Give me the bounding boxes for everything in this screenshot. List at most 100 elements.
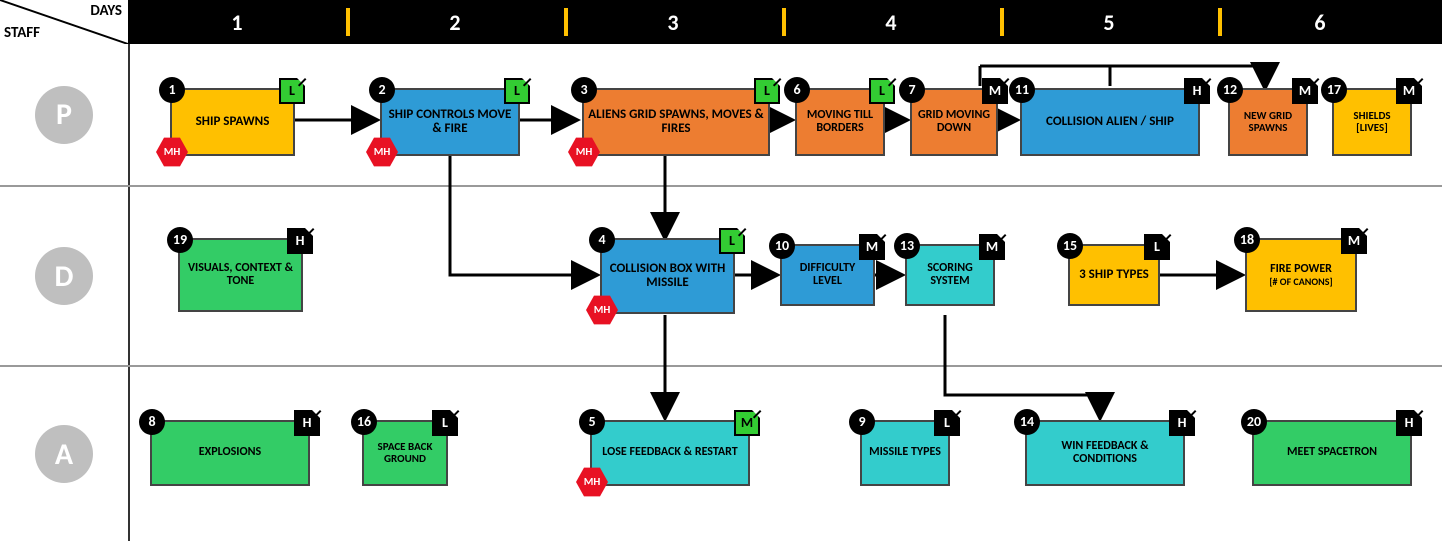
priority-tag: H <box>294 410 320 436</box>
priority-tag: L <box>504 78 530 104</box>
card-title: SHIELDS [LIVES] <box>1338 110 1406 134</box>
priority-tag: L <box>869 78 895 104</box>
card-15: 15 L 3 SHIP TYPES <box>1068 244 1160 306</box>
card-title: EXPLOSIONS <box>156 446 304 459</box>
row-a: A <box>0 367 128 541</box>
card-number: 15 <box>1057 233 1083 259</box>
priority-tag: M <box>979 234 1005 260</box>
priority-tag: M <box>982 78 1008 104</box>
card-8: 8 H EXPLOSIONS <box>150 420 310 486</box>
day-tick <box>1218 8 1222 36</box>
priority-tag: M <box>1341 228 1367 254</box>
day-5: 5 <box>1000 0 1218 44</box>
priority-tag: M <box>859 234 885 260</box>
card-title: MISSILE TYPES <box>866 446 944 459</box>
card-9: 9 L MISSILE TYPES <box>860 420 950 486</box>
card-number: 2 <box>369 77 395 103</box>
day-4: 4 <box>782 0 1000 44</box>
day-tick <box>564 8 568 36</box>
card-13: 13 M SCORING SYSTEM <box>905 244 995 306</box>
day-6: 6 <box>1218 0 1422 44</box>
priority-tag: H <box>287 228 313 254</box>
must-have-badge: MH <box>366 136 398 168</box>
card-title: WIN FEEDBACK & CONDITIONS <box>1031 440 1179 466</box>
card-number: 16 <box>351 409 377 435</box>
must-have-badge: MH <box>156 136 188 168</box>
card-title: GRID MOVING DOWN <box>916 109 992 135</box>
must-have-badge: MH <box>568 136 600 168</box>
card-10: 10 M DIFFICULTY LEVEL <box>780 244 875 306</box>
priority-tag: L <box>934 410 960 436</box>
card-title: NEW GRID SPAWNS <box>1234 110 1302 134</box>
card-title: COLLISION BOX WITH MISSILE <box>606 262 729 291</box>
card-6: 6 L MOVING TILL BORDERS <box>795 88 885 156</box>
card-number: 8 <box>139 409 165 435</box>
card-4: 4 L COLLISION BOX WITH MISSILE MH <box>600 238 735 314</box>
card-2: 2 L SHIP CONTROLS MOVE & FIRE MH <box>380 88 520 156</box>
card-number: 14 <box>1014 409 1040 435</box>
priority-tag: L <box>279 78 305 104</box>
card-subtitle: [# OF CANONS] <box>1251 276 1351 287</box>
priority-tag: H <box>1184 78 1210 104</box>
card-number: 11 <box>1009 77 1035 103</box>
day-tick <box>346 8 350 36</box>
card-title: SHIP CONTROLS MOVE & FIRE <box>386 108 514 137</box>
card-title: LOSE FEEDBACK & RESTART <box>596 446 744 459</box>
must-have-badge: MH <box>576 466 608 498</box>
card-number: 3 <box>571 77 597 103</box>
axis-staff-label: STAFF <box>4 24 40 42</box>
row-d: D <box>0 187 128 365</box>
row-divider <box>0 365 1442 367</box>
card-number: 5 <box>579 409 605 435</box>
row-divider <box>0 185 1442 187</box>
must-have-badge: MH <box>586 294 618 326</box>
row-p: P <box>0 44 128 185</box>
card-number: 12 <box>1217 77 1243 103</box>
card-16: 16 L SPACE BACK GROUND <box>362 420 448 486</box>
card-title: ALIENS GRID SPAWNS, MOVES & FIRES <box>588 108 764 137</box>
days-bar: 1 2 3 4 5 6 <box>128 0 1442 44</box>
card-5: 5 M LOSE FEEDBACK & RESTART MH <box>590 420 750 486</box>
day-2: 2 <box>346 0 564 44</box>
card-1: 1 L SHIP SPAWNS MH <box>170 88 295 156</box>
card-title: SCORING SYSTEM <box>911 262 989 288</box>
card-number: 10 <box>769 233 795 259</box>
priority-tag: M <box>1292 78 1318 104</box>
card-title: MEET SPACETRON <box>1258 446 1406 459</box>
day-1: 1 <box>128 0 346 44</box>
row-d-label: D <box>35 247 93 305</box>
axis-days-label: DAYS <box>90 2 122 20</box>
priority-tag: L <box>754 78 780 104</box>
card-14: 14 H WIN FEEDBACK & CONDITIONS <box>1025 420 1185 486</box>
priority-tag: M <box>1396 78 1422 104</box>
card-title: 3 SHIP TYPES <box>1074 268 1154 282</box>
card-title: COLLISION ALIEN / SHIP <box>1026 115 1194 129</box>
row-p-label: P <box>35 86 93 144</box>
card-number: 7 <box>899 77 925 103</box>
priority-tag: M <box>734 410 760 436</box>
card-number: 19 <box>167 227 193 253</box>
card-19: 19 H VISUALS, CONTEXT & TONE <box>178 238 303 312</box>
card-number: 4 <box>589 227 615 253</box>
priority-tag: L <box>1144 234 1170 260</box>
column-divider <box>128 44 130 541</box>
priority-tag: H <box>1396 410 1422 436</box>
card-17: 17 M SHIELDS [LIVES] <box>1332 88 1412 156</box>
card-20: 20 H MEET SPACETRON <box>1252 420 1412 486</box>
days-arrowhead <box>1424 0 1442 44</box>
card-number: 1 <box>159 77 185 103</box>
card-12: 12 M NEW GRID SPAWNS <box>1228 88 1308 156</box>
card-7: 7 M GRID MOVING DOWN <box>910 88 998 156</box>
row-a-label: A <box>35 425 93 483</box>
day-tick <box>782 8 786 36</box>
card-title: MOVING TILL BORDERS <box>801 109 879 135</box>
card-title: SPACE BACK GROUND <box>368 441 442 465</box>
card-3: 3 L ALIENS GRID SPAWNS, MOVES & FIRES MH <box>582 88 770 156</box>
card-number: 17 <box>1321 77 1347 103</box>
card-number: 6 <box>784 77 810 103</box>
day-3: 3 <box>564 0 782 44</box>
card-title: SHIP SPAWNS <box>176 115 289 129</box>
priority-tag: L <box>719 228 745 254</box>
card-18: 18 M FIRE POWER [# OF CANONS] <box>1245 238 1357 312</box>
card-number: 18 <box>1234 227 1260 253</box>
